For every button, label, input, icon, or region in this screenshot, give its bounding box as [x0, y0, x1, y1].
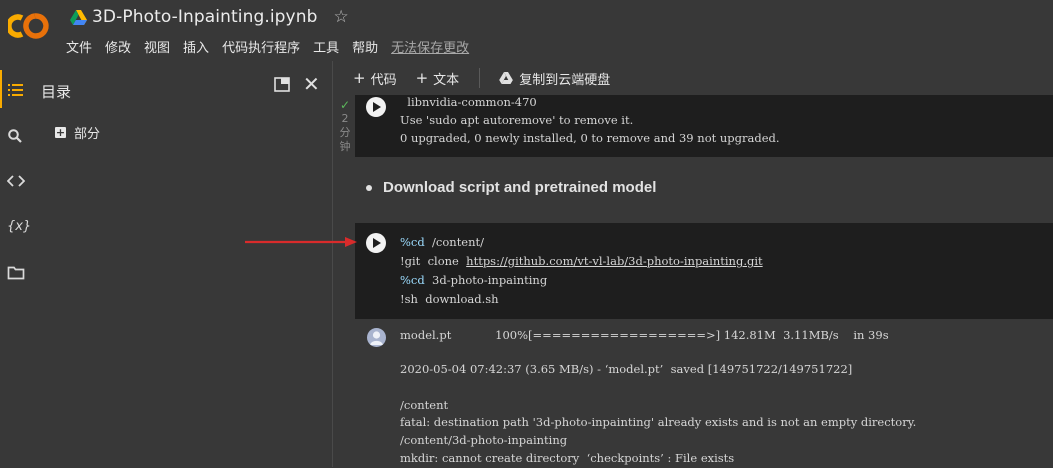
code-line[interactable]: %cd 3d-photo-inpainting: [400, 271, 547, 290]
code-arg: /content/: [424, 235, 485, 249]
drive-icon: [499, 72, 513, 84]
execution-time: ✓ 2 分 钟: [338, 98, 352, 154]
notebook-title[interactable]: 3D-Photo-Inpainting.ipynb: [92, 7, 317, 27]
output-line: /content/3d-photo-inpainting: [400, 433, 568, 447]
title-row: 3D-Photo-Inpainting.ipynb ☆: [70, 6, 349, 28]
toc-item-label: 部分: [74, 127, 101, 142]
open-in-tab-icon[interactable]: [274, 77, 290, 92]
copy-to-drive-button[interactable]: 复制到云端硬盘: [499, 69, 610, 88]
code-cmd: !git clone: [400, 254, 467, 268]
notebook-main: + 代码 + 文本 复制到云端硬盘 ✓ 2 分 钟 libnvidia-comm…: [333, 61, 1053, 467]
output-line: fatal: destination path '3d-photo-inpain…: [400, 415, 917, 429]
code-line[interactable]: !sh download.sh: [400, 290, 499, 309]
toolbar-divider: [479, 68, 481, 88]
run-cell-button[interactable]: [366, 97, 386, 117]
search-icon[interactable]: [7, 128, 25, 144]
active-indicator: [0, 70, 2, 108]
close-icon[interactable]: ✕: [303, 74, 320, 94]
add-text-label: 文本: [433, 72, 460, 88]
text-cell-bullet[interactable]: Download script and pretrained model: [365, 179, 656, 196]
menu-tools[interactable]: 工具: [313, 37, 339, 56]
menu-help[interactable]: 帮助: [352, 37, 378, 56]
menu-edit[interactable]: 修改: [105, 37, 131, 56]
output-line: Use 'sudo apt autoremove' to remove it.: [400, 113, 634, 127]
output-line: 2020-05-04 07:42:37 (3.65 MB/s) - ‘model…: [400, 362, 853, 376]
app-header: 3D-Photo-Inpainting.ipynb ☆ 文件 修改 视图 插入 …: [0, 0, 1053, 61]
output-line: model.pt 100%[==================>] 142.8…: [400, 328, 889, 342]
table-of-contents-panel: 目录 ✕ + 部分: [31, 61, 333, 467]
folder-icon[interactable]: [7, 266, 25, 280]
code-line[interactable]: !git clone https://github.com/vt-vl-lab/…: [400, 252, 763, 271]
left-rail: {x}: [0, 61, 31, 467]
menu-insert[interactable]: 插入: [183, 37, 209, 56]
unsaved-changes-link[interactable]: 无法保存更改: [391, 37, 469, 56]
table-of-contents-icon[interactable]: [7, 83, 25, 97]
colab-logo[interactable]: [8, 12, 52, 40]
code-snippets-icon[interactable]: [7, 175, 25, 187]
toc-item-section[interactable]: + 部分: [55, 123, 100, 142]
plus-icon: +: [415, 69, 429, 87]
magic-keyword: %cd: [400, 235, 425, 249]
output-line: 0 upgraded, 0 newly installed, 0 to remo…: [400, 131, 780, 145]
output-line: mkdir: cannot create directory ‘checkpoi…: [400, 451, 735, 465]
code-arg: 3d-photo-inpainting: [424, 273, 548, 287]
menu-bar: 文件 修改 视图 插入 代码执行程序 工具 帮助 无法保存更改: [66, 37, 482, 56]
exec-minutes: 2: [341, 112, 349, 125]
google-drive-icon: [70, 9, 87, 25]
panel-title: 目录: [41, 83, 72, 101]
menu-view[interactable]: 视图: [144, 37, 170, 56]
notebook-toolbar: + 代码 + 文本 复制到云端硬盘: [333, 61, 1053, 95]
add-code-button[interactable]: + 代码: [353, 69, 397, 88]
menu-runtime[interactable]: 代码执行程序: [222, 37, 300, 56]
output-line: libnvidia-common-470: [400, 95, 537, 109]
exec-unit: 分: [339, 126, 351, 139]
repo-link[interactable]: https://github.com/vt-vl-lab/3d-photo-in…: [466, 254, 762, 268]
success-check-icon: ✓: [339, 98, 351, 112]
annotation-arrow-icon: [245, 237, 357, 247]
output-line: /content: [400, 398, 449, 412]
output-avatar-icon: [367, 328, 386, 347]
code-line[interactable]: %cd /content/: [400, 233, 484, 252]
plus-icon: +: [353, 69, 366, 87]
add-text-button[interactable]: + 文本: [416, 69, 460, 88]
star-icon[interactable]: ☆: [333, 7, 348, 27]
exec-unit: 钟: [339, 140, 351, 153]
magic-keyword: %cd: [400, 273, 425, 287]
add-code-label: 代码: [370, 72, 397, 88]
menu-file[interactable]: 文件: [66, 37, 92, 56]
run-cell-button[interactable]: [366, 233, 386, 253]
expand-icon[interactable]: +: [55, 127, 66, 138]
variables-icon[interactable]: {x}: [7, 219, 31, 234]
copy-to-drive-label: 复制到云端硬盘: [519, 72, 611, 88]
